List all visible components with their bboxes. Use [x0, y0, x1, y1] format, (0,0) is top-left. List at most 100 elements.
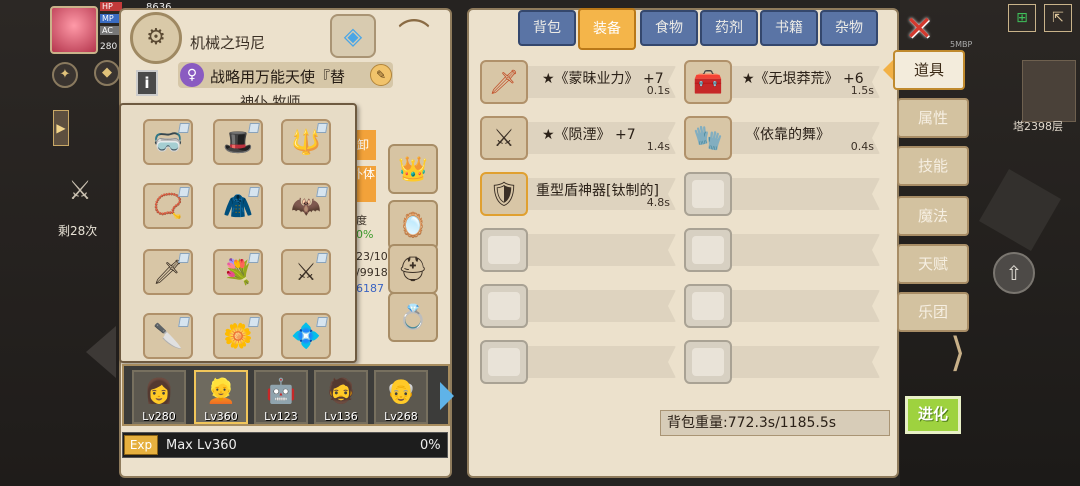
crossed-swords-icon[interactable]: ⚔ [60, 176, 100, 206]
skill-icon[interactable]: ✦ [52, 62, 78, 88]
item-bar [524, 234, 676, 266]
tab-books[interactable]: 书籍 [760, 10, 818, 46]
chest-armor-icon: 🧰 [684, 60, 732, 104]
character-name: 机械之玛尼 [190, 34, 266, 52]
item-slot-empty[interactable] [480, 284, 676, 328]
empty-slot-icon [684, 172, 732, 216]
hero-3[interactable]: 🤖 Lv123 [254, 370, 308, 424]
tab-potion[interactable]: 药剂 [700, 10, 758, 46]
next-hero-arrow-icon[interactable] [440, 382, 454, 410]
slot-top-hat[interactable]: 🎩 [213, 119, 263, 165]
item-slot-empty[interactable] [684, 172, 880, 216]
item-weight: 0.1s [646, 84, 670, 97]
exp-level-label: Max Lv360 [166, 438, 237, 453]
item-weight: 1.5s [850, 84, 874, 97]
hero-level: Lv268 [384, 410, 418, 423]
hero-2[interactable]: 👱 Lv360 [194, 370, 248, 424]
item-slot[interactable]: 🧰 ★《无垠莽荒》 +6 1.5s [684, 60, 880, 104]
flame-sword-icon: ⚔ [480, 116, 528, 160]
item-name: ★《无垠莽荒》 +6 [742, 71, 864, 87]
item-slot[interactable]: ⚔ ★《陨湮》 +7 1.4s [480, 116, 676, 160]
tab-equipment[interactable]: 装备 [578, 8, 636, 50]
side-tab-magic[interactable]: 魔法 [897, 196, 969, 236]
item-slot-empty[interactable] [684, 284, 880, 328]
hero-5[interactable]: 👴 Lv268 [374, 370, 428, 424]
back-arrow-icon[interactable] [86, 326, 116, 378]
exp-badge: Exp [124, 435, 158, 455]
side-tab-skills[interactable]: 技能 [897, 146, 969, 186]
item-name: ★《蒙昧业力》 +7 [542, 71, 664, 87]
equip-slot-ring[interactable]: 💍 [388, 292, 438, 342]
compass-icon[interactable]: ⇧ [993, 252, 1035, 294]
item-slot[interactable]: 🧤 《依靠的舞》 0.4s [684, 116, 880, 160]
item-bar [728, 346, 880, 378]
buff-icon[interactable]: ◆ [94, 60, 120, 86]
slot-necklace[interactable]: 📿 [143, 183, 193, 229]
side-tab-band[interactable]: 乐团 [897, 292, 969, 332]
slot-cloak[interactable]: 🦇 [281, 183, 331, 229]
hero-level: Lv123 [264, 410, 298, 423]
side-tab-attributes[interactable]: 属性 [897, 98, 969, 138]
hero-4[interactable]: 🧔 Lv136 [314, 370, 368, 424]
empty-slot-icon [480, 340, 528, 384]
slot-coat[interactable]: 🧥 [213, 183, 263, 229]
equip-slot-helmet[interactable]: ⛑ [388, 244, 438, 294]
side-tab-items[interactable]: 道具 [883, 50, 965, 90]
map-badge: 5MBP [950, 40, 973, 49]
class-emblem-icon: ⚙ [130, 12, 182, 64]
item-name: 重型盾神器[钛制的] [536, 183, 659, 199]
edit-title-icon[interactable]: ✎ [370, 64, 392, 86]
evolve-button[interactable]: 进化 [905, 396, 961, 434]
hero-face: 👴 [386, 377, 416, 405]
minimap[interactable] [1022, 60, 1076, 122]
item-slot-empty[interactable] [684, 340, 880, 384]
stat-label: 度 [356, 214, 367, 227]
item-slot-empty[interactable] [684, 228, 880, 272]
item-weight: 1.4s [646, 140, 670, 153]
slot-bouquet[interactable]: 💐 [213, 249, 263, 295]
network-icon[interactable]: ⊞ [1008, 4, 1036, 32]
character-title: 战略用万能天使『替 [210, 68, 346, 86]
appearance-icon[interactable]: ◈ [330, 14, 376, 58]
slot-bracelet[interactable]: 💠 [281, 313, 331, 359]
hero-level: Lv136 [324, 410, 358, 423]
hanger-icon[interactable]: ⌒ [384, 16, 444, 56]
info-icon[interactable]: i [136, 70, 158, 96]
slot-wreath[interactable]: 🌼 [213, 313, 263, 359]
side-tab-talent[interactable]: 天赋 [897, 244, 969, 284]
item-bar [728, 234, 880, 266]
hero-1[interactable]: 👩 Lv280 [132, 370, 186, 424]
slot-dagger[interactable]: 🔪 [143, 313, 193, 359]
slot-spear[interactable]: 🗡 [143, 249, 193, 295]
hero-level: Lv280 [142, 410, 176, 423]
tab-backpack[interactable]: 背包 [518, 10, 576, 46]
slot-amulet[interactable]: 🔱 [281, 119, 331, 165]
close-icon[interactable]: ✕ [902, 12, 936, 46]
tab-misc[interactable]: 杂物 [820, 10, 878, 46]
tab-food[interactable]: 食物 [640, 10, 698, 46]
empty-slot-icon [684, 284, 732, 328]
item-weight: 0.4s [850, 140, 874, 153]
item-slot-empty[interactable] [480, 228, 676, 272]
empty-slot-icon [480, 284, 528, 328]
bow-icon[interactable]: ⟩ [950, 330, 990, 386]
remaining-count: 剩28次 [58, 224, 98, 238]
exit-icon[interactable]: ⇱ [1044, 4, 1072, 32]
slot-blade[interactable]: ⚔ [281, 249, 331, 295]
item-slot-empty[interactable] [480, 340, 676, 384]
stat-value-2: /9918 [356, 266, 388, 279]
item-slot[interactable]: 🗡 ★《蒙昧业力》 +7 0.1s [480, 60, 676, 104]
expand-arrow-icon[interactable]: ▶ [53, 110, 69, 146]
equip-slot-crown[interactable]: 👑 [388, 144, 438, 194]
item-bar [728, 290, 880, 322]
player-portrait[interactable] [50, 6, 98, 54]
hp-bar: HP [100, 2, 122, 11]
exp-percent: 0% [420, 438, 441, 453]
item-bar [524, 290, 676, 322]
equip-slot-mirror[interactable]: 🪞 [388, 200, 438, 250]
item-slot[interactable]: 🛡 重型盾神器[钛制的] 4.8s [480, 172, 676, 216]
hero-face: 🧔 [326, 377, 356, 405]
stat-percent: 0% [356, 228, 374, 241]
slot-goggles[interactable]: 🥽 [143, 119, 193, 165]
empty-slot-icon [684, 228, 732, 272]
